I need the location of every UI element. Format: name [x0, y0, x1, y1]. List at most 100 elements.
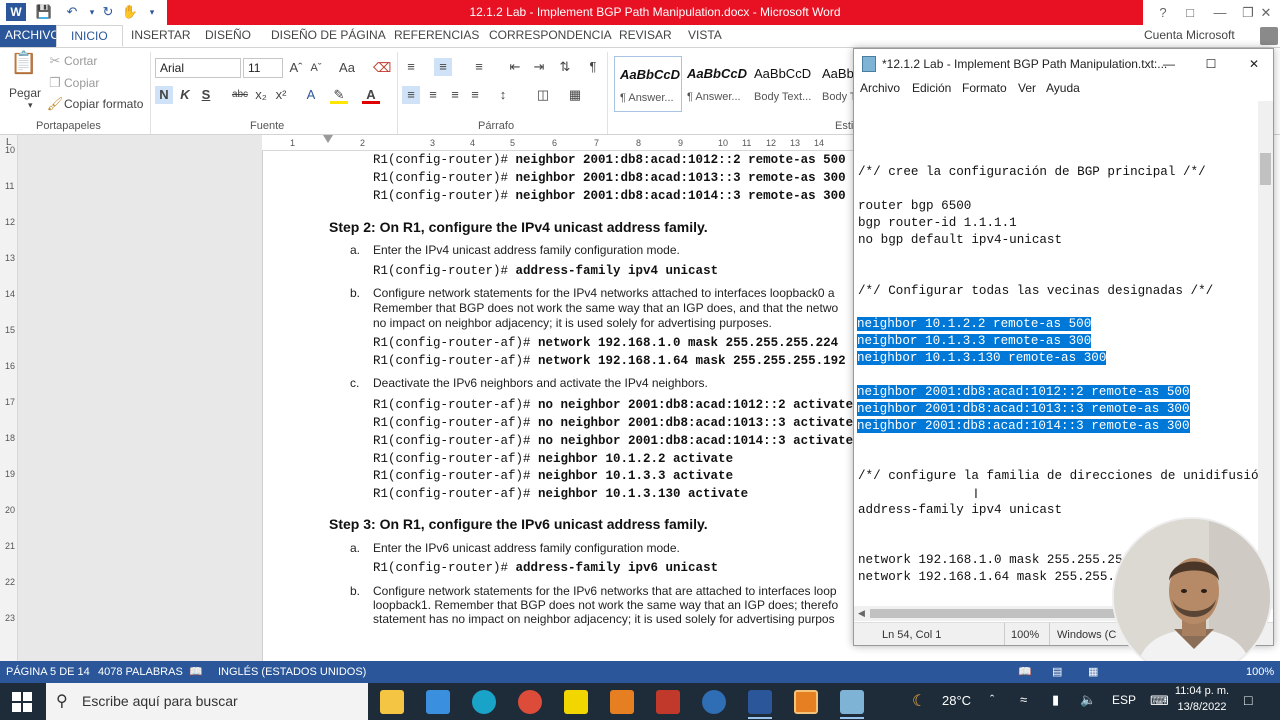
code-line: R1(config-router)# neighbor 2001:db8:aca…: [373, 171, 846, 185]
notepad-taskbar-icon[interactable]: [840, 690, 864, 714]
edge-icon[interactable]: [472, 690, 496, 714]
file-explorer-icon[interactable]: [380, 690, 404, 714]
paragraph: Enter the IPv4 unicast address family co…: [373, 243, 680, 257]
recorder-icon[interactable]: [656, 690, 680, 714]
notepad-menu-bar: Archivo Edición Formato Ver Ayuda: [854, 79, 1273, 99]
code-line: R1(config-router-af)# neighbor 10.1.3.3 …: [373, 469, 734, 483]
notepad-maximize-button[interactable]: ☐: [1196, 49, 1226, 79]
taskbar: ⚲ Escribe aquí para buscar ☾ 28°C ˆ ≈ ▮ …: [0, 683, 1280, 720]
active-indicator: [748, 717, 772, 719]
word-taskbar-icon[interactable]: [748, 690, 772, 714]
notifications-icon[interactable]: □: [1244, 692, 1252, 708]
menu-archivo[interactable]: Archivo: [860, 81, 900, 95]
avatar[interactable]: [1260, 27, 1278, 45]
store-icon[interactable]: [426, 690, 450, 714]
word-status-bar: PÁGINA 5 DE 14 4078 PALABRAS 📖 INGLÉS (E…: [0, 661, 1280, 683]
selected-text-line: neighbor 10.1.2.2 remote-as 500: [857, 317, 1092, 331]
packet-tracer-icon[interactable]: [794, 690, 818, 714]
search-placeholder: Escribe aquí para buscar: [82, 693, 238, 709]
account-name[interactable]: Cuenta Microsoft: [1144, 25, 1235, 47]
code-line: R1(config-router-af)# no neighbor 2001:d…: [373, 398, 854, 412]
language-indicator[interactable]: ESP: [1112, 693, 1136, 707]
active-indicator: [840, 717, 864, 719]
battery-icon[interactable]: ▮: [1052, 692, 1059, 708]
menu-ayuda[interactable]: Ayuda: [1046, 81, 1080, 95]
paragraph: Deactivate the IPv6 neighbors and activa…: [373, 376, 708, 390]
windows-start-icon[interactable]: [12, 692, 32, 712]
paragraph: Enter the IPv6 unicast address family co…: [373, 541, 680, 555]
menu-ver[interactable]: Ver: [1018, 81, 1036, 95]
taskbar-search-box[interactable]: ⚲ Escribe aquí para buscar: [46, 683, 368, 720]
list-marker: b.: [350, 286, 361, 300]
text-line: /*/ configure la familia de direcciones …: [858, 469, 1260, 483]
notepad-title-bar[interactable]: *12.1.2 Lab - Implement BGP Path Manipul…: [854, 49, 1273, 79]
selected-text-line: neighbor 2001:db8:acad:1013::3 remote-as…: [857, 402, 1190, 416]
chrome-icon[interactable]: [518, 690, 542, 714]
menu-edicion[interactable]: Edición: [912, 81, 951, 95]
notepad-close-button[interactable]: ✕: [1239, 49, 1269, 79]
code-line: R1(config-router-af)# network 192.168.1.…: [373, 354, 846, 368]
chevron-up-icon[interactable]: ˆ: [990, 692, 994, 707]
text-line: network 192.168.1.64 mask 255.255.: [858, 570, 1115, 584]
notepad-minimize-button[interactable]: —: [1154, 49, 1184, 79]
notepad-vertical-scrollbar[interactable]: [1258, 101, 1273, 609]
sticky-notes-icon[interactable]: [564, 690, 588, 714]
scroll-thumb[interactable]: [1260, 153, 1271, 185]
scroll-thumb[interactable]: [870, 609, 1120, 618]
keyboard-icon[interactable]: ⌨: [1150, 693, 1169, 709]
browser-icon[interactable]: [702, 690, 726, 714]
code-line: R1(config-router)# neighbor 2001:db8:aca…: [373, 153, 846, 167]
paragraph: no impact on neighbor adjacency; it is u…: [373, 316, 772, 330]
code-line: R1(config-router-af)# neighbor 10.1.3.13…: [373, 487, 749, 501]
paragraph: Configure network statements for the IPv…: [373, 286, 835, 300]
proofing-icon[interactable]: 📖: [189, 661, 203, 683]
text-line: router bgp 6500: [858, 199, 972, 213]
weather-icon[interactable]: ☾: [912, 691, 926, 711]
paragraph: Remember that BGP does not work the same…: [373, 301, 839, 315]
clock-time[interactable]: 11:04 p. m.: [1172, 685, 1232, 697]
text-line: no bgp default ipv4-unicast: [858, 233, 1063, 247]
text-line: network 192.168.1.0 mask 255.255.25: [858, 553, 1123, 567]
notepad-icon: [862, 56, 876, 72]
selected-text-line: neighbor 2001:db8:acad:1014::3 remote-as…: [857, 419, 1190, 433]
list-marker: c.: [350, 376, 360, 390]
zoom-level[interactable]: 100%: [1246, 661, 1274, 683]
selected-text-line: neighbor 10.1.3.3 remote-as 300: [857, 334, 1092, 348]
text-line: address-family ipv4 unicast: [858, 503, 1063, 517]
app-icon[interactable]: [610, 690, 634, 714]
step-heading: Step 3: On R1, configure the IPv6 unicas…: [329, 516, 708, 532]
code-line: R1(config-router-af)# no neighbor 2001:d…: [373, 434, 854, 448]
step-heading: Step 2: On R1, configure the IPv4 unicas…: [329, 219, 708, 235]
document-text: R1(config-router)# neighbor 2001:db8:aca…: [0, 0, 855, 661]
code-line: R1(config-router-af)# no neighbor 2001:d…: [373, 416, 854, 430]
language-status[interactable]: INGLÉS (ESTADOS UNIDOS): [218, 661, 366, 683]
wifi-icon[interactable]: ≈: [1020, 692, 1027, 707]
page-count[interactable]: PÁGINA 5 DE 14: [6, 661, 90, 683]
menu-formato[interactable]: Formato: [962, 81, 1007, 95]
web-layout-icon[interactable]: ▦: [1088, 661, 1098, 683]
text-line: bgp router-id 1.1.1.1: [858, 216, 1017, 230]
list-marker: b.: [350, 584, 361, 598]
code-line: R1(config-router)# address-family ipv4 u…: [373, 264, 719, 278]
notepad-title: *12.1.2 Lab - Implement BGP Path Manipul…: [882, 57, 1168, 71]
status-divider: [1004, 623, 1005, 645]
search-icon: ⚲: [56, 693, 68, 710]
close-button[interactable]: ✕: [1252, 0, 1280, 25]
selected-text-line: neighbor 2001:db8:acad:1012::2 remote-as…: [857, 385, 1190, 399]
cursor-position: Ln 54, Col 1: [882, 629, 942, 641]
text-cursor-icon: I: [974, 485, 978, 501]
selected-text-line: neighbor 10.1.3.130 remote-as 300: [857, 351, 1107, 365]
print-layout-icon[interactable]: ▤: [1052, 661, 1062, 683]
code-line: R1(config-router-af)# network 192.168.1.…: [373, 336, 839, 350]
clock-date[interactable]: 13/8/2022: [1172, 701, 1232, 713]
text-line: /*/ cree la configuración de BGP princip…: [858, 165, 1206, 179]
code-line: R1(config-router)# neighbor 2001:db8:aca…: [373, 189, 846, 203]
paragraph: Configure network statements for the IPv…: [373, 584, 837, 598]
notepad-zoom: 100%: [1011, 629, 1040, 641]
scroll-left-icon[interactable]: ◀: [858, 608, 865, 619]
temperature[interactable]: 28°C: [942, 693, 971, 708]
read-mode-icon[interactable]: 📖: [1018, 661, 1032, 683]
volume-icon[interactable]: 🔈: [1080, 692, 1096, 708]
presenter-video: [1114, 519, 1270, 675]
word-count[interactable]: 4078 PALABRAS: [98, 661, 183, 683]
